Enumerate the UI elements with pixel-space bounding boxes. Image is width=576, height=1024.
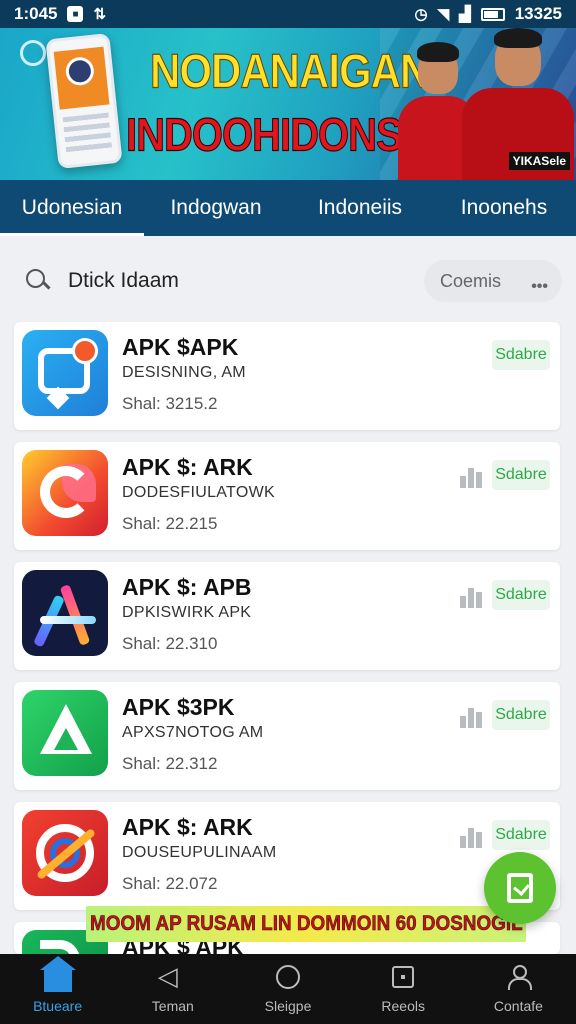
app-subtitle: DOUSEUPULINAAM [122, 844, 277, 861]
signal-icon: ▟ [459, 6, 471, 23]
back-icon [158, 961, 182, 992]
filter-label: Coemis [440, 270, 502, 291]
circle-icon [276, 965, 300, 989]
app-title: APK $: APB [122, 574, 252, 600]
app-meta: Shal: 22.072 [122, 874, 218, 893]
usb-icon: ⇅ [93, 6, 107, 23]
save-button[interactable]: Sdabre [492, 580, 550, 610]
app-list-item[interactable]: APK $3PK APXS7NOTOG AM Shal: 22.312 Sdab… [14, 682, 560, 790]
search-icon[interactable] [26, 269, 50, 293]
download-fab-button[interactable] [484, 852, 556, 924]
phone-illustration [45, 33, 123, 169]
app-subtitle: DODESFIULATOWK [122, 484, 275, 501]
tab-indogwan[interactable]: Indogwan [144, 180, 288, 236]
app-meta: Shal: 22.215 [122, 514, 218, 533]
banner-subtitle: INDOOHIDONSIA [126, 109, 442, 161]
bottom-nav: Btueare Teman Sleigpe Reeols Contafe [0, 954, 576, 1024]
stats-icon [460, 466, 482, 488]
app-list-item[interactable]: APK $: ARK DOUSEUPULINAAM Shal: 22.072 S… [14, 802, 560, 910]
tab-udonesian[interactable]: Udonesian [0, 180, 144, 236]
stats-icon [460, 826, 482, 848]
promo-strip[interactable]: MOOM AP RUSAM LIN DOMMOIN 60 DOSNOGIL [86, 906, 526, 942]
promo-text: MOOM AP RUSAM LIN DOMMOIN 60 DOSNOGIL [89, 912, 523, 936]
target-arrow-icon [22, 810, 108, 896]
app-meta: Shal: 22.310 [122, 634, 218, 653]
phone-lines [62, 112, 113, 154]
person-icon [507, 965, 533, 990]
app-subtitle: DPKISWIRK APK [122, 604, 252, 621]
nav-label: Teman [151, 998, 194, 1014]
banner-search-icon [20, 40, 46, 66]
more-icon[interactable]: ••• [531, 278, 548, 296]
star-a-icon [22, 570, 108, 656]
app-title: APK $APK [122, 334, 239, 360]
tab-bar: Udonesian Indogwan Indoneiis Inoonehs [0, 180, 576, 236]
nav-item-circle[interactable]: Sleigpe [230, 954, 345, 1024]
chat-bubble-icon [22, 330, 108, 416]
nav-item-contact[interactable]: Contafe [461, 954, 576, 1024]
status-left: 1:045 ■ ⇅ [14, 4, 106, 24]
app-list-item[interactable]: APK $: APB DPKISWIRK APK Shal: 22.310 Sd… [14, 562, 560, 670]
app-subtitle: DESISNING, AM [122, 364, 246, 381]
status-bar: 1:045 ■ ⇅ ◷ ◥ ▟ 13325 [0, 0, 576, 28]
alarm-icon: ◷ [414, 6, 428, 23]
nav-label: Contafe [493, 998, 543, 1014]
tab-inoonehs[interactable]: Inoonehs [432, 180, 576, 236]
tab-indoneiis[interactable]: Indoneiis [288, 180, 432, 236]
save-button[interactable]: Sdabre [492, 460, 550, 490]
g-leaf-icon [22, 450, 108, 536]
search-input[interactable] [68, 269, 368, 293]
nav-item-home[interactable]: Btueare [0, 954, 115, 1024]
square-icon [392, 966, 415, 988]
promo-banner[interactable]: NODANAIGAN INDOOHIDONSIA YIKASele [0, 28, 576, 180]
app-title: APK $3PK [122, 694, 235, 720]
app-meta: Shal: 3215.2 [122, 394, 218, 413]
save-button[interactable]: Sdabre [492, 340, 550, 370]
app-meta: Shal: 22.312 [122, 754, 218, 773]
stats-icon [460, 706, 482, 728]
filter-button[interactable]: Coemis ••• [424, 260, 562, 302]
person-hair [494, 28, 542, 48]
app-list-item[interactable]: APK $APK DESISNING, AM Shal: 3215.2 Sdab… [14, 322, 560, 430]
stats-icon [460, 586, 482, 608]
banner-tag: YIKASele [508, 152, 570, 170]
triangle-icon [22, 690, 108, 776]
save-button[interactable]: Sdabre [492, 820, 550, 850]
search-bar: Coemis ••• [14, 254, 562, 308]
status-right: ◷ ◥ ▟ 13325 [415, 4, 562, 24]
app-title: APK $: ARK [122, 454, 253, 480]
home-icon [39, 956, 76, 992]
nav-label: Btueare [33, 998, 83, 1014]
nav-item-back[interactable]: Teman [115, 954, 230, 1024]
notification-icon: ■ [67, 6, 84, 22]
save-button[interactable]: Sdabre [492, 700, 550, 730]
person-hair [417, 42, 459, 62]
app-title: APK $: ARK [122, 814, 253, 840]
app-subtitle: APXS7NOTOG AM [122, 724, 264, 741]
battery-icon [480, 7, 505, 21]
download-icon [507, 873, 533, 903]
app-list-item[interactable]: APK $: ARK DODESFIULATOWK Shal: 22.215 S… [14, 442, 560, 550]
status-clock: 13325 [514, 4, 562, 23]
nav-label: Reeols [381, 998, 425, 1014]
status-time: 1:045 [14, 4, 58, 23]
nav-item-square[interactable]: Reeols [346, 954, 461, 1024]
nav-label: Sleigpe [264, 998, 312, 1014]
wifi-icon: ◥ [437, 6, 450, 23]
banner-title: NODANAIGAN [149, 43, 430, 99]
